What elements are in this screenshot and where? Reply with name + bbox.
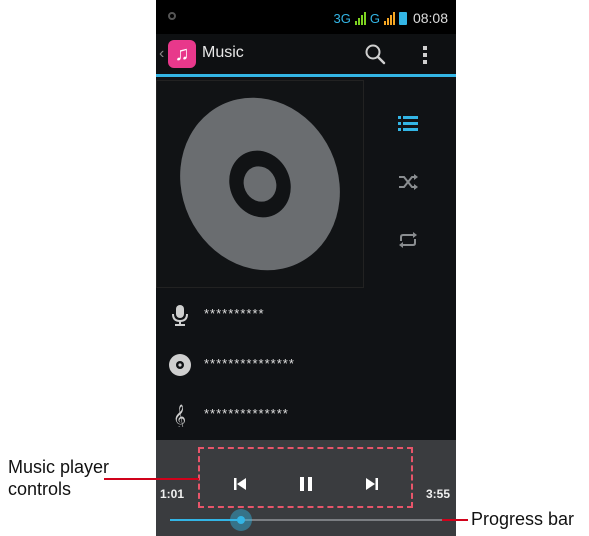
disc-icon	[180, 97, 340, 271]
network-type-3g: 3G	[333, 10, 351, 26]
notification-dot-icon	[168, 12, 176, 20]
artist-name: **********	[204, 306, 265, 321]
signal-strength-2-icon	[383, 11, 395, 25]
search-icon[interactable]	[364, 43, 386, 65]
signal-strength-icon	[354, 11, 366, 25]
album-row: ***************	[156, 340, 456, 390]
album-art	[156, 80, 364, 288]
progress-callout: Progress bar	[471, 509, 575, 529]
controls-callout-line2: controls	[8, 479, 72, 499]
song-row: 𝄞 **************	[156, 390, 456, 440]
microphone-icon	[172, 305, 188, 326]
music-app-icon[interactable]: ♫	[168, 40, 196, 68]
song-title: **************	[204, 406, 289, 421]
network-type-g: G	[369, 10, 380, 26]
controls-callout: Music player controls	[8, 456, 109, 500]
progress-callout-line	[442, 519, 468, 521]
clock: 08:08	[412, 10, 448, 26]
treble-clef-icon: 𝄞	[173, 404, 186, 427]
progress-thumb[interactable]	[229, 509, 252, 531]
album-disc-icon	[169, 354, 191, 376]
back-chevron-icon[interactable]: ‹	[159, 45, 164, 63]
controls-callout-line1: Music player	[8, 457, 110, 477]
total-duration: 3:55	[425, 487, 450, 501]
status-indicators: 3G G 08:08	[333, 10, 448, 26]
controls-highlight-box	[198, 447, 413, 508]
overflow-menu-icon[interactable]	[420, 44, 430, 66]
battery-icon	[398, 11, 407, 25]
status-bar: 3G G 08:08	[156, 0, 456, 34]
action-bar: ‹ ♫ Music	[156, 34, 456, 77]
artist-row: **********	[156, 290, 456, 340]
page-title: Music	[202, 44, 244, 61]
svg-text:𝄞: 𝄞	[173, 404, 186, 427]
shuffle-icon[interactable]	[396, 170, 420, 194]
repeat-icon[interactable]	[396, 228, 420, 252]
controls-callout-line	[104, 478, 199, 480]
playlist-icon[interactable]	[396, 112, 420, 136]
album-name: ***************	[204, 356, 295, 371]
progress-bar[interactable]	[170, 509, 442, 531]
elapsed-time: 1:01	[160, 487, 185, 501]
